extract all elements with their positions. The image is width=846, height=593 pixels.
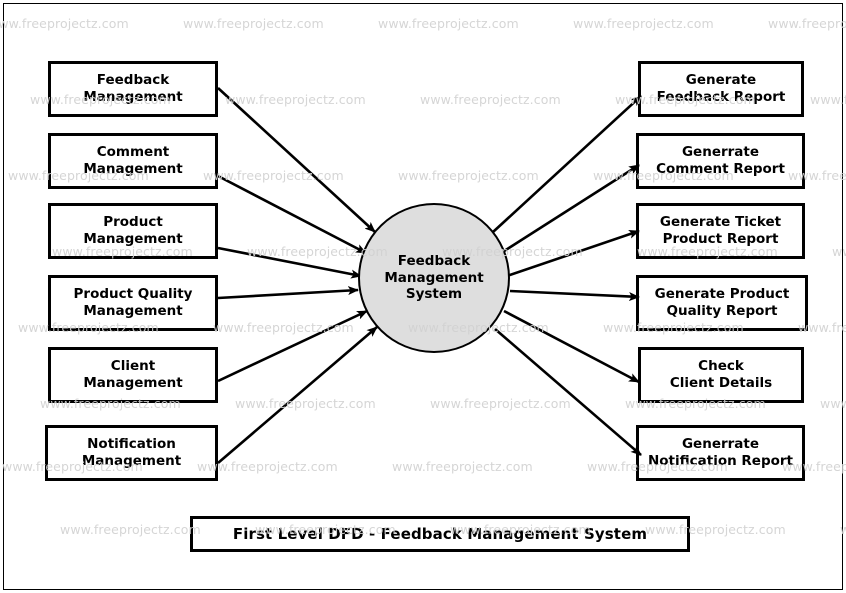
entity-generate-product-quality-report-label: Generate Product Quality Report [654, 286, 790, 319]
process-feedback-management-system[interactable]: Feedback Management System [358, 203, 510, 353]
entity-product-quality-management[interactable]: Product Quality Management [48, 275, 218, 331]
flow-process-to-generate-product-quality-report [509, 289, 640, 302]
entity-comment-management-label: Comment Management [83, 144, 183, 177]
entity-generate-notification-report[interactable]: Generrate Notification Report [636, 425, 805, 481]
entity-check-client-details[interactable]: Check Client Details [638, 347, 804, 403]
entity-client-management[interactable]: Client Management [48, 347, 218, 403]
flow-client-management-to-process [217, 309, 368, 383]
entity-notification-management[interactable]: Notification Management [45, 425, 218, 481]
entity-product-quality-management-label: Product Quality Management [73, 286, 193, 319]
entity-generate-feedback-report-label: Generate Feedback Report [656, 72, 786, 105]
flow-process-to-check-client-details [503, 309, 640, 384]
entity-generate-product-quality-report[interactable]: Generate Product Quality Report [636, 275, 808, 331]
entity-feedback-management[interactable]: Feedback Management [48, 61, 218, 117]
flow-feedback-management-to-process [217, 87, 376, 233]
entity-generate-comment-report-label: Generrate Comment Report [656, 144, 785, 177]
process-label: Feedback Management System [384, 252, 484, 303]
entity-generate-ticket-product-report-label: Generate Ticket Product Report [659, 214, 782, 247]
flow-comment-management-to-process [217, 174, 367, 255]
entity-check-client-details-label: Check Client Details [669, 358, 773, 391]
flow-product-management-to-process [217, 246, 362, 279]
flow-process-to-generate-comment-report [500, 163, 640, 255]
diagram-title: First Level DFD - Feedback Management Sy… [232, 525, 648, 543]
entity-generate-notification-report-label: Generrate Notification Report [647, 436, 794, 469]
flow-process-to-generate-notification-report [494, 328, 642, 456]
entity-client-management-label: Client Management [83, 358, 183, 391]
flow-product-quality-management-to-process [217, 286, 359, 300]
entity-generate-comment-report[interactable]: Generrate Comment Report [636, 133, 805, 189]
entity-notification-management-label: Notification Management [81, 436, 182, 469]
flow-notification-management-to-process [217, 326, 378, 464]
entity-feedback-management-label: Feedback Management [83, 72, 183, 105]
entity-product-management[interactable]: Product Management [48, 203, 218, 259]
entity-comment-management[interactable]: Comment Management [48, 133, 218, 189]
dfd-diagram-canvas: Feedback Management Comment Management P… [0, 0, 846, 593]
entity-generate-feedback-report[interactable]: Generate Feedback Report [638, 61, 804, 117]
entity-generate-ticket-product-report[interactable]: Generate Ticket Product Report [636, 203, 805, 259]
entity-product-management-label: Product Management [83, 214, 183, 247]
diagram-title-box: First Level DFD - Feedback Management Sy… [190, 516, 690, 552]
